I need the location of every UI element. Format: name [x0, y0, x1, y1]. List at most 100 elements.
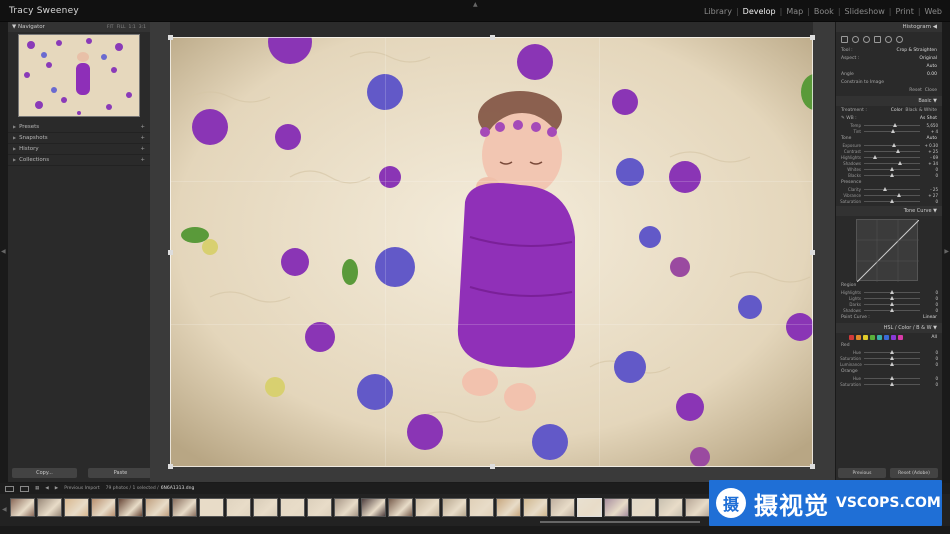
- filmstrip-thumbnail[interactable]: [388, 498, 413, 517]
- reset-adobe-button[interactable]: Reset (Adobe): [890, 468, 938, 478]
- filmstrip-scrollbar[interactable]: [540, 521, 700, 523]
- filmstrip-thumbnail[interactable]: [64, 498, 89, 517]
- slider-knob[interactable]: [890, 295, 894, 300]
- module-library[interactable]: Library: [700, 7, 736, 16]
- filmstrip-thumbnail[interactable]: [577, 498, 602, 517]
- slider-knob[interactable]: [890, 381, 894, 386]
- module-label[interactable]: Library: [700, 7, 736, 16]
- slider-value[interactable]: 0: [920, 296, 938, 301]
- slider-saturation[interactable]: Saturation 0: [836, 198, 942, 204]
- slider-track[interactable]: [864, 295, 920, 300]
- single-monitor-icon[interactable]: [5, 485, 14, 492]
- slider-knob[interactable]: [890, 307, 894, 312]
- slider-track[interactable]: [864, 381, 920, 386]
- filmstrip-thumbnail[interactable]: [253, 498, 278, 517]
- histogram-header[interactable]: Histogram ◀: [836, 22, 942, 32]
- main-photo[interactable]: [170, 37, 813, 467]
- back-arrow-icon[interactable]: ◀: [45, 486, 48, 491]
- navigator-zoom-option[interactable]: 1:1: [129, 25, 136, 30]
- slider-value[interactable]: 0: [920, 173, 938, 178]
- hsl-swatch[interactable]: [891, 334, 896, 340]
- slider-knob[interactable]: [890, 361, 894, 366]
- slider-knob[interactable]: [890, 198, 894, 203]
- red-eye-icon[interactable]: [863, 35, 870, 43]
- hsl-swatch[interactable]: [863, 334, 868, 340]
- crop-tool-icon[interactable]: [841, 35, 848, 43]
- slider-value[interactable]: + 25: [920, 149, 938, 154]
- plus-icon[interactable]: +: [140, 124, 145, 130]
- slider-knob[interactable]: [895, 148, 900, 153]
- filmstrip-thumbnail[interactable]: [280, 498, 305, 517]
- filmstrip-thumbnail[interactable]: [37, 498, 62, 517]
- paste-button[interactable]: Paste: [88, 468, 153, 478]
- aspect-row[interactable]: Aspect : Original: [836, 54, 942, 62]
- module-label[interactable]: Map: [782, 7, 807, 16]
- slider-value[interactable]: 0: [920, 350, 938, 355]
- spot-removal-icon[interactable]: [852, 35, 859, 43]
- collapse-left-arrow-icon[interactable]: ◀: [1, 248, 6, 255]
- plus-icon[interactable]: +: [140, 135, 145, 141]
- slider-knob[interactable]: [890, 355, 894, 360]
- slider-knob[interactable]: [890, 172, 894, 177]
- slider-track[interactable]: [864, 128, 920, 133]
- slider-track[interactable]: [864, 186, 920, 191]
- filmstrip-left-icon[interactable]: ◀: [2, 506, 7, 513]
- slider-value[interactable]: + 27: [920, 193, 938, 198]
- wb-value[interactable]: As Shot: [920, 116, 937, 121]
- filmstrip-thumbnail[interactable]: [226, 498, 251, 517]
- slider-value[interactable]: 0: [920, 356, 938, 361]
- filmstrip-thumbnail[interactable]: [10, 498, 35, 517]
- panel-presets[interactable]: ▶ Presets +: [8, 122, 150, 133]
- slider-knob[interactable]: [890, 166, 894, 171]
- slider-value[interactable]: 0: [920, 376, 938, 381]
- tone-auto-button[interactable]: Auto: [927, 136, 937, 141]
- slider-knob[interactable]: [892, 122, 897, 127]
- slider-knob[interactable]: [896, 192, 901, 197]
- slider-knob[interactable]: [892, 142, 897, 147]
- slider-track[interactable]: [864, 375, 920, 380]
- slider-value[interactable]: 0: [920, 302, 938, 307]
- constrain-label[interactable]: Constrain to Image: [841, 80, 884, 85]
- auto-button[interactable]: Auto: [927, 64, 937, 69]
- navigator-zoom-option[interactable]: FILL: [117, 25, 126, 30]
- slider-track[interactable]: [864, 192, 920, 197]
- slider-track[interactable]: [864, 361, 920, 366]
- filmstrip-thumbnail[interactable]: [91, 498, 116, 517]
- plus-icon[interactable]: +: [140, 157, 145, 163]
- filmstrip-thumbnail[interactable]: [118, 498, 143, 517]
- slider-value[interactable]: 5,650: [920, 123, 938, 128]
- plus-icon[interactable]: +: [140, 146, 145, 152]
- second-monitor-icon[interactable]: [20, 485, 29, 492]
- slider-track[interactable]: [864, 289, 920, 294]
- treatment-color[interactable]: Color: [891, 108, 903, 113]
- previous-button[interactable]: Previous: [838, 468, 886, 478]
- slider-value[interactable]: 0: [920, 199, 938, 204]
- navigator-zoom-option[interactable]: 3:1: [139, 25, 146, 30]
- hsl-swatch[interactable]: [849, 334, 854, 340]
- basic-header[interactable]: Basic ▼: [836, 96, 942, 106]
- radial-filter-icon[interactable]: [885, 35, 892, 43]
- filmstrip-source[interactable]: Previous Import: [64, 486, 99, 491]
- module-label[interactable]: Develop: [739, 7, 780, 16]
- eyedropper-icon[interactable]: ✎ WB :: [841, 116, 857, 121]
- filmstrip-thumbnail[interactable]: [145, 498, 170, 517]
- slider-value[interactable]: 0: [920, 290, 938, 295]
- hsl-swatch[interactable]: [898, 334, 903, 340]
- hsl-header[interactable]: HSL / Color / B & W ▼: [836, 323, 942, 333]
- crop-reset-button[interactable]: Reset: [909, 88, 922, 93]
- constrain-row[interactable]: Constrain to Image: [836, 78, 942, 86]
- filmstrip-thumbnail[interactable]: [685, 498, 710, 517]
- module-develop[interactable]: | Develop: [736, 7, 780, 16]
- module-label[interactable]: Print: [891, 7, 917, 16]
- filmstrip-thumbnail[interactable]: [415, 498, 440, 517]
- module-slideshow[interactable]: | Slideshow: [838, 7, 889, 16]
- slider-track[interactable]: [864, 142, 920, 147]
- filmstrip-thumbnail[interactable]: [442, 498, 467, 517]
- slider-track[interactable]: [864, 301, 920, 306]
- filmstrip-thumbnail[interactable]: [550, 498, 575, 517]
- slider-track[interactable]: [864, 198, 920, 203]
- tone-curve-header[interactable]: Tone Curve ▼: [836, 206, 942, 216]
- slider-track[interactable]: [864, 122, 920, 127]
- slider-track[interactable]: [864, 307, 920, 312]
- module-web[interactable]: | Web: [918, 7, 946, 16]
